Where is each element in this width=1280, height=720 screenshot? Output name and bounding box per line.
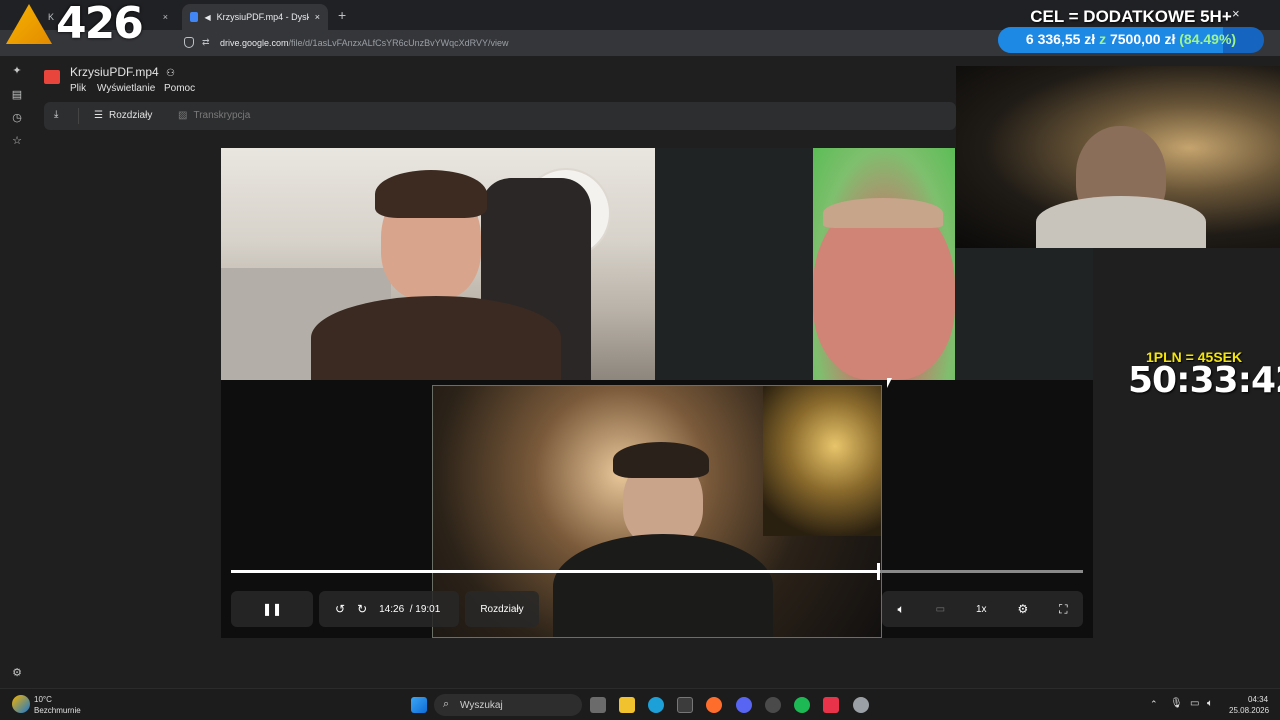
- site-info-icon[interactable]: [184, 37, 194, 48]
- store-icon[interactable]: [677, 697, 693, 713]
- mouse-cursor: [887, 378, 892, 388]
- pause-button[interactable]: ❚❚: [231, 591, 313, 627]
- seek-bar[interactable]: [231, 563, 1083, 580]
- goal-target: 7500,00 zł: [1109, 31, 1176, 47]
- microphone-icon[interactable]: 🎙︎: [1170, 698, 1183, 709]
- taskbar-search[interactable]: ⌕ Wyszukaj: [434, 694, 582, 716]
- network-icon[interactable]: ▭: [1190, 698, 1199, 709]
- forward-10-icon[interactable]: ↻: [357, 602, 367, 616]
- start-icon[interactable]: [411, 697, 427, 713]
- tiktok-icon[interactable]: [823, 697, 839, 713]
- clock-time[interactable]: 04:34: [1248, 695, 1268, 704]
- viewer-toolbar: ⤓ ☰ Rozdziały ▨ Transkrypcja: [44, 102, 956, 130]
- file-explorer-icon[interactable]: [619, 697, 635, 713]
- subathon-timer: 50:33:42: [1128, 360, 1280, 401]
- spotify-icon[interactable]: [794, 697, 810, 713]
- chapters-button-label: Rozdziały: [480, 603, 524, 615]
- file-title-text: KrzysiuPDF.mp4: [70, 65, 159, 79]
- seek-bar-thumb[interactable]: [876, 563, 880, 580]
- goal-current: 6 336,55 zł: [1025, 31, 1096, 47]
- transcript-icon: ▨: [178, 110, 188, 121]
- obs-icon[interactable]: [765, 697, 781, 713]
- download-icon[interactable]: ⤓: [54, 109, 58, 120]
- settings-app-icon[interactable]: [853, 697, 869, 713]
- chapters-label: Rozdziały: [108, 110, 153, 121]
- menu-file[interactable]: Plik: [70, 83, 86, 94]
- history-icon[interactable]: ◷: [10, 111, 24, 125]
- volume-icon[interactable]: 🔈︎: [897, 602, 904, 617]
- video-file-icon: [44, 70, 60, 84]
- sub-counter-overlay: 426: [4, 0, 164, 49]
- video-feed-top-left: [221, 148, 655, 380]
- chapters-button[interactable]: Rozdziały: [465, 591, 539, 627]
- firefox-icon[interactable]: [706, 697, 722, 713]
- menu-help[interactable]: Pomoc: [164, 83, 195, 94]
- tab-label: KrzysiuPDF.mp4 - Dysk Go: [216, 12, 309, 22]
- pause-icon: ❚❚: [261, 602, 283, 616]
- hair: [375, 170, 487, 218]
- list-icon: ☰: [94, 110, 103, 121]
- drive-favicon-icon: [190, 12, 199, 22]
- goal-bar: 6 336,55 zł z 7500,00 zł (84.49%): [998, 27, 1264, 53]
- windows-taskbar: 10°C Bezchmurnie ⌕ Wyszukaj ⌃ 🎙︎ ▭ 🔈︎ 04…: [0, 688, 1280, 720]
- settings-icon[interactable]: ⚙: [10, 666, 24, 680]
- edge-icon[interactable]: [648, 697, 664, 713]
- goal-title: CEL = DODATKOWE 5H+: [1030, 7, 1232, 26]
- clock-date[interactable]: 25.08.2026: [1229, 706, 1269, 715]
- empty-tile: [655, 148, 813, 380]
- logo-icon: [6, 4, 52, 44]
- chapters-tab[interactable]: ☰ Rozdziały: [94, 110, 152, 121]
- shirt: [553, 534, 773, 637]
- divider: [78, 108, 79, 124]
- transcription-label: Transkrypcja: [193, 110, 251, 121]
- shared-icon: ⚇: [166, 68, 175, 79]
- goal-sep: z: [1099, 31, 1107, 47]
- rewind-10-icon[interactable]: ↺: [335, 602, 345, 616]
- seek-bar-fill: [231, 570, 878, 573]
- task-view-icon[interactable]: [590, 697, 606, 713]
- speed-button[interactable]: 1x: [976, 604, 987, 615]
- hair: [823, 198, 943, 228]
- document-icon[interactable]: ▤: [10, 88, 24, 102]
- weather-desc: Bezchmurnie: [34, 706, 81, 715]
- streamer-webcam: [956, 66, 1280, 248]
- url-domain: drive.google.com: [220, 38, 289, 48]
- counter-number: 426: [56, 0, 144, 49]
- volume-tray-icon[interactable]: 🔈︎: [1207, 698, 1213, 709]
- menu-view[interactable]: Wyświetlanie: [97, 83, 155, 94]
- donation-goal-overlay: CEL = DODATKOWE 5H+ 6 336,55 zł z 7500,0…: [998, 4, 1264, 53]
- tune-icon[interactable]: ⇄: [202, 37, 210, 48]
- url-text[interactable]: drive.google.com/file/d/1asLvFAnzxALfCsY…: [220, 38, 508, 48]
- balloon: [763, 386, 881, 536]
- discord-icon[interactable]: [736, 697, 752, 713]
- search-placeholder: Wyszukaj: [460, 699, 503, 711]
- new-tab-icon[interactable]: +: [338, 7, 346, 23]
- video-feed-top-right: [813, 148, 955, 380]
- time-display: 14:26 / 19:01: [379, 603, 441, 615]
- hair: [613, 442, 709, 478]
- speaker-icon[interactable]: ◀: [204, 13, 210, 22]
- weather-temp: 10°C: [34, 695, 52, 704]
- file-title: KrzysiuPDF.mp4 ⚇: [70, 65, 175, 79]
- transcription-tab[interactable]: ▨ Transkrypcja: [178, 110, 250, 121]
- empty-tile: [955, 248, 1093, 380]
- goal-percent: (84.49%): [1179, 31, 1237, 47]
- search-icon: ⌕: [443, 698, 450, 710]
- shirt: [1036, 196, 1206, 248]
- time-group: ↺ ↻ 14:26 / 19:01: [319, 591, 459, 627]
- close-icon[interactable]: ×: [315, 12, 320, 22]
- weather-icon[interactable]: [12, 695, 30, 713]
- right-controls: 🔈︎ ▭ 1x ⚙ ⛶: [882, 591, 1083, 627]
- settings-icon[interactable]: ⚙: [1017, 602, 1028, 616]
- shirt: [311, 296, 561, 380]
- goal-text: 6 336,55 zł z 7500,00 zł (84.49%): [998, 31, 1264, 47]
- left-rail: ✦ ▤ ◷ ☆ ⚙: [0, 56, 34, 688]
- fullscreen-icon[interactable]: ⛶: [1059, 602, 1067, 617]
- chevron-up-icon[interactable]: ⌃: [1150, 699, 1158, 710]
- url-path: /file/d/1asLvFAnzxALfCsYR6cUnzBvYWqcXdRV…: [288, 38, 509, 48]
- sparkle-icon[interactable]: ✦: [10, 64, 24, 78]
- browser-tab-active[interactable]: ◀ KrzysiuPDF.mp4 - Dysk Go ×: [182, 4, 328, 30]
- captions-icon[interactable]: ▭: [936, 604, 945, 615]
- star-icon[interactable]: ☆: [10, 134, 24, 148]
